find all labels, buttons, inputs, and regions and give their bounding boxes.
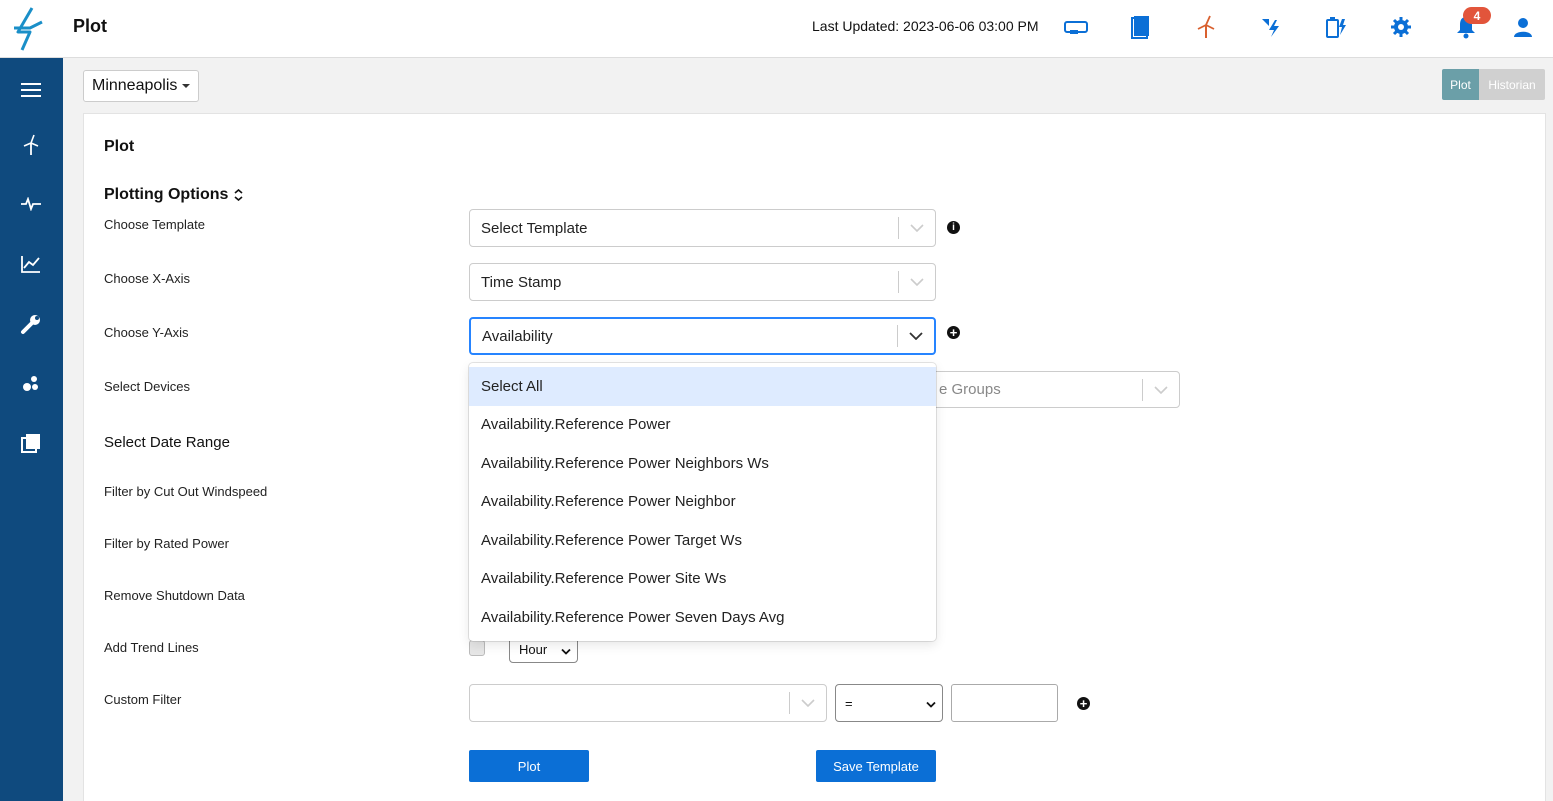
chevron-down-icon	[926, 696, 936, 711]
page-title: Plot	[73, 16, 107, 36]
site-dropdown[interactable]: Minneapolis	[83, 70, 199, 102]
x-axis-select[interactable]: Time Stamp	[469, 263, 936, 301]
y-axis-options-menu: Select All Availability.Reference Power …	[469, 363, 936, 641]
custom-filter-field-select[interactable]	[469, 684, 827, 722]
view-toggle-plot[interactable]: Plot	[1442, 69, 1479, 100]
template-select-value: Select Template	[481, 219, 588, 237]
chevron-down-icon[interactable]	[898, 318, 934, 354]
trend-interval-value: Hour	[519, 642, 548, 657]
lightning-sync-icon[interactable]	[1256, 12, 1286, 42]
trend-lines-checkbox[interactable]	[469, 640, 485, 656]
book-icon[interactable]	[1126, 12, 1156, 42]
library-icon[interactable]	[16, 428, 46, 458]
notification-badge: 4	[1463, 7, 1491, 24]
view-toggle-historian[interactable]: Historian	[1479, 69, 1545, 100]
save-template-button[interactable]: Save Template	[816, 750, 936, 782]
section-title-label: Plotting Options	[104, 186, 229, 203]
choose-template-label: Choose Template	[104, 217, 205, 232]
custom-filter-value-input[interactable]	[951, 684, 1058, 722]
select-devices-label: Select Devices	[104, 379, 190, 394]
chevron-down-icon[interactable]	[899, 264, 935, 300]
add-trend-lines-label: Add Trend Lines	[104, 640, 199, 655]
battery-bolt-icon[interactable]	[1321, 12, 1351, 42]
y-axis-select-input[interactable]: Availability	[471, 328, 897, 345]
choose-y-axis-label: Choose Y-Axis	[104, 325, 189, 340]
select-date-range-heading: Select Date Range	[104, 434, 230, 451]
pulse-icon[interactable]	[16, 189, 46, 219]
plotting-options-header[interactable]: Plotting Options	[104, 186, 243, 204]
user-icon[interactable]	[1508, 12, 1538, 42]
site-dropdown-label: Minneapolis	[92, 77, 178, 94]
controller-icon[interactable]	[1061, 12, 1091, 42]
chevron-down-icon	[561, 642, 571, 657]
device-groups-select[interactable]: e Groups	[900, 371, 1180, 408]
top-bar: Plot Last Updated: 2023-06-06 03:00 PM 4	[0, 0, 1553, 58]
choose-x-axis-label: Choose X-Axis	[104, 271, 190, 286]
menu-option-select-all[interactable]: Select All	[469, 367, 936, 406]
line-chart-icon[interactable]	[16, 249, 46, 279]
remove-shutdown-label: Remove Shutdown Data	[104, 588, 245, 603]
y-axis-select[interactable]: Availability	[469, 317, 936, 355]
gear-icon[interactable]	[1386, 12, 1416, 42]
plot-button[interactable]: Plot	[469, 750, 589, 782]
wind-turbine-icon[interactable]	[1191, 12, 1221, 42]
collapse-chevron-icon[interactable]	[234, 188, 243, 202]
add-filter-plus-icon[interactable]: +	[1077, 696, 1090, 711]
turbine-icon[interactable]	[16, 130, 46, 160]
chevron-down-icon[interactable]	[1143, 372, 1179, 408]
menu-icon[interactable]	[16, 75, 46, 105]
sidebar	[0, 58, 63, 801]
caret-down-icon	[182, 84, 191, 88]
menu-option[interactable]: Availability.Reference Power Neighbor	[469, 483, 936, 522]
device-groups-placeholder: e Groups	[939, 381, 1001, 398]
info-icon[interactable]: i	[947, 221, 960, 234]
menu-option[interactable]: Availability.Reference Power Neighbors W…	[469, 444, 936, 483]
chevron-down-icon[interactable]	[790, 685, 826, 721]
last-updated-text: Last Updated: 2023-06-06 03:00 PM	[812, 18, 1039, 34]
custom-filter-label: Custom Filter	[104, 692, 182, 707]
card-title: Plot	[104, 138, 135, 155]
menu-option[interactable]: Availability.Reference Power	[469, 406, 936, 445]
brand-logo-icon[interactable]	[12, 6, 48, 52]
wrench-icon[interactable]	[16, 309, 46, 339]
filter-rated-power-label: Filter by Rated Power	[104, 536, 229, 551]
filter-cut-out-label: Filter by Cut Out Windspeed	[104, 484, 268, 499]
menu-option[interactable]: Availability.Reference Power Seven Days …	[469, 598, 936, 637]
menu-option[interactable]: Availability.Reference Power Site Ws	[469, 560, 936, 599]
nodes-icon[interactable]	[16, 369, 46, 399]
add-y-axis-plus-icon[interactable]: +	[947, 325, 960, 340]
x-axis-select-value: Time Stamp	[481, 273, 562, 291]
template-select[interactable]: Select Template	[469, 209, 936, 247]
custom-filter-operator-select[interactable]: =	[835, 684, 943, 722]
menu-option[interactable]: Availability.Reference Power Target Ws	[469, 521, 936, 560]
chevron-down-icon[interactable]	[899, 210, 935, 246]
operator-value: =	[845, 695, 853, 711]
